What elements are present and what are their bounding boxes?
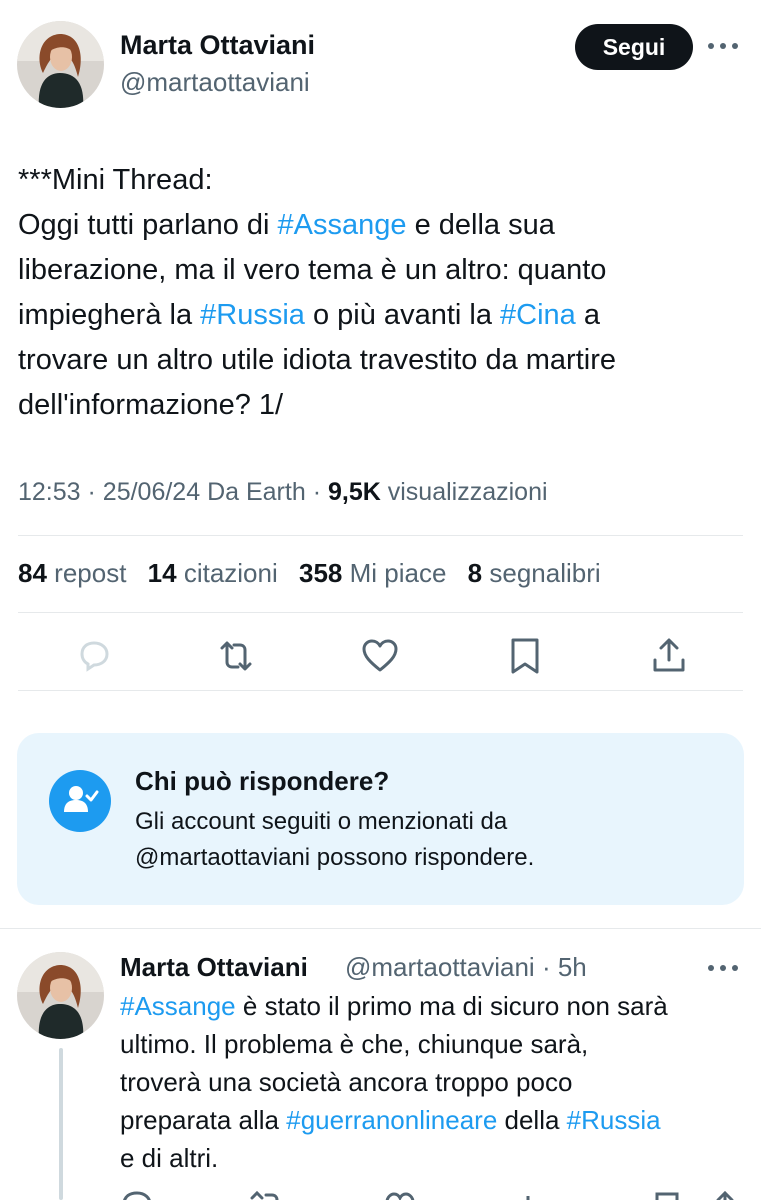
share-icon[interactable] [649, 636, 689, 676]
views-count: 9,5K [327, 478, 381, 506]
text-segment: e di altri. [120, 1143, 219, 1173]
text-segment: ***Mini Thread: [18, 164, 213, 196]
hashtag-link[interactable]: #Cina [500, 299, 576, 331]
text-line: preparata alla #guerranonlineare della #… [120, 1101, 750, 1139]
bookmarks-stat[interactable]: 8 segnalibri [468, 558, 601, 588]
reply-restriction-text: Gli account seguiti o menzionati da @mar… [135, 808, 535, 871]
divider [0, 928, 761, 929]
text-line: impiegherà la #Russia o più avanti la #C… [18, 293, 748, 338]
tweet-stats: 84 repost 14 citazioni 358 Mi piace 8 se… [18, 558, 615, 589]
text-segment: preparata alla [120, 1105, 287, 1135]
reposts-stat[interactable]: 84 repost [18, 558, 126, 588]
reply-icon[interactable] [74, 636, 114, 676]
text-line: troverà una società ancora troppo poco [120, 1063, 750, 1101]
text-segment: liberazione, ma il vero tema è un altro:… [18, 254, 607, 286]
hashtag-link[interactable]: #Russia [567, 1105, 661, 1135]
text-segment: impiegherà la [18, 299, 201, 331]
reply-text: #Assange è stato il primo ma di sicuro n… [120, 987, 750, 1177]
text-segment: o più avanti la [304, 299, 501, 331]
text-line: #Assange è stato il primo ma di sicuro n… [120, 987, 750, 1025]
author-handle[interactable]: @martaottaviani [120, 67, 310, 98]
bookmark-icon[interactable] [650, 1188, 684, 1200]
tweet-text: ***Mini Thread: Oggi tutti parlano di #As… [18, 158, 748, 428]
text-line: e di altri. [120, 1139, 750, 1177]
thread-line [59, 1048, 63, 1200]
divider [18, 535, 743, 536]
repost-icon[interactable] [248, 1188, 282, 1200]
quotes-stat[interactable]: 14 citazioni [148, 558, 278, 588]
views-label: visualizzazioni [387, 478, 548, 506]
text-line: dell'informazione? 1/ [18, 383, 748, 428]
text-line: Oggi tutti parlano di #Assange e della s… [18, 203, 748, 248]
tweet-source: Da Earth [207, 478, 306, 506]
like-icon[interactable] [360, 636, 400, 676]
text-line: ultimo. Il problema è che, chiunque sarà… [120, 1025, 750, 1063]
share-icon[interactable] [708, 1188, 742, 1200]
divider [18, 612, 743, 613]
hashtag-link[interactable]: #Assange [278, 209, 407, 241]
text-line: trovare un altro utile idiota travestito… [18, 338, 748, 383]
reply-time[interactable]: 5h [558, 952, 587, 982]
reply-author-meta: @martaottaviani · 5h [345, 952, 587, 982]
views-icon[interactable] [520, 1188, 554, 1200]
user-check-icon [49, 770, 111, 832]
text-segment: Oggi tutti parlano di [18, 209, 278, 241]
tweet-meta: 12:53 · 25/06/24 Da Earth · 9,5K visuali… [18, 478, 548, 506]
likes-stat[interactable]: 358 Mi piace [299, 558, 446, 588]
divider [18, 690, 743, 691]
text-segment: trovare un altro utile idiota travestito… [18, 344, 616, 376]
reply-restriction-title: Chi può rispondere? [135, 766, 390, 796]
text-line: liberazione, ma il vero tema è un altro:… [18, 248, 748, 293]
text-segment: a [575, 299, 600, 331]
text-segment: troverà una società ancora troppo poco [120, 1067, 573, 1097]
reply-author-handle[interactable]: @martaottaviani [345, 952, 535, 982]
text-line: ***Mini Thread: [18, 158, 748, 203]
tweet-date[interactable]: 25/06/24 [103, 478, 200, 506]
action-bar [0, 634, 761, 682]
hashtag-link[interactable]: #Russia [200, 299, 305, 331]
text-segment: della [497, 1105, 567, 1135]
reply-author-name[interactable]: Marta Ottaviani [120, 952, 308, 983]
text-segment: ultimo. Il problema è che, chiunque sarà… [120, 1029, 589, 1059]
reply-action-bar [0, 1188, 761, 1200]
hashtag-link[interactable]: #guerranonlineare [286, 1105, 497, 1135]
follow-button[interactable]: Segui [575, 24, 693, 70]
like-icon[interactable] [383, 1188, 417, 1200]
tweet-time[interactable]: 12:53 [18, 478, 81, 506]
text-segment: è stato il primo ma di sicuro non sarà [235, 991, 668, 1021]
more-options-icon[interactable] [706, 34, 740, 58]
author-name[interactable]: Marta Ottaviani [120, 30, 315, 61]
reply-restriction-box: Chi può rispondere? Gli account seguiti … [17, 733, 744, 905]
hashtag-link[interactable]: #Assange [120, 991, 236, 1021]
text-segment: e della sua [406, 209, 555, 241]
avatar[interactable] [17, 21, 104, 108]
repost-icon[interactable] [216, 636, 256, 676]
more-options-icon[interactable] [706, 958, 740, 978]
reply-icon[interactable] [120, 1188, 154, 1200]
text-segment: dell'informazione? 1/ [18, 389, 284, 421]
avatar[interactable] [17, 952, 104, 1039]
bookmark-icon[interactable] [505, 636, 545, 676]
